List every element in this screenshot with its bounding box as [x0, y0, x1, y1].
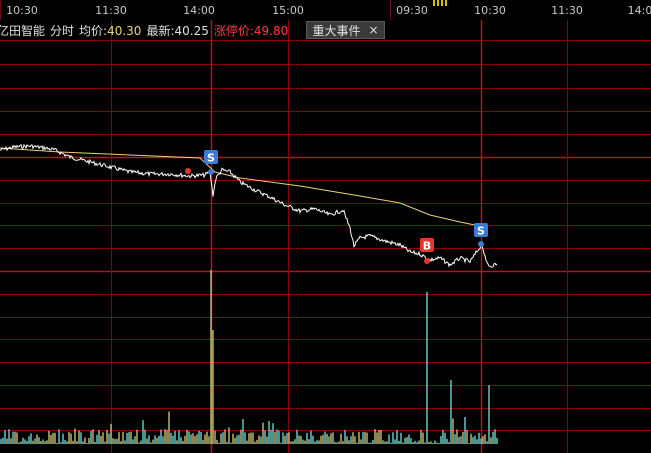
marker-dot [424, 258, 430, 264]
marker-label: S [207, 152, 215, 165]
trade-markers: S B S [185, 150, 488, 264]
time-label: 15:00 [272, 4, 304, 17]
time-label: 14:0 [627, 4, 651, 17]
time-label: 11:30 [95, 4, 127, 17]
latest-value: 40.25 [174, 23, 209, 38]
average-price-line [0, 147, 481, 227]
time-label: 09:30 [396, 4, 428, 17]
day-marker [445, 0, 447, 6]
marker-dot [478, 241, 484, 247]
time-label: 10:30 [474, 4, 506, 17]
chart-mode: 分时 [50, 24, 75, 38]
limit-up-value: 49.80 [253, 23, 289, 38]
sell-marker[interactable]: S [204, 150, 218, 175]
chart-canvas[interactable]: S B S [0, 0, 651, 453]
trade-dot [185, 168, 191, 174]
quote-info-bar: 亿田智能 分时 均价: 40.30 最新: 40.25 涨停价: 49.80 [0, 21, 293, 40]
time-label: 14:00 [183, 4, 215, 17]
day-marker [441, 0, 443, 6]
marker-dot [208, 169, 214, 175]
stock-name: 亿田智能 [0, 24, 46, 38]
close-icon[interactable]: × [368, 23, 378, 37]
time-label: 10:30 [6, 4, 38, 17]
time-label: 11:30 [551, 4, 583, 17]
volume-bars [0, 270, 498, 444]
time-axis: 10:30 11:30 14:00 15:00 09:30 10:30 11:3… [0, 0, 651, 20]
marker-label: S [477, 225, 485, 238]
intraday-chart[interactable]: S B S 10:30 11:30 14:00 15:00 09:30 10:30 … [0, 0, 651, 453]
latest-label: 最新: [146, 24, 175, 38]
sell-marker[interactable]: S [474, 223, 488, 247]
major-events-button[interactable]: 重大事件 × [306, 21, 385, 39]
avg-value: 40.30 [107, 23, 142, 38]
major-events-label: 重大事件 [312, 23, 361, 38]
buy-marker[interactable]: B [420, 238, 434, 264]
avg-label: 均价: [79, 24, 108, 38]
marker-label: B [423, 240, 431, 253]
day-marker [437, 0, 439, 6]
grid [0, 0, 651, 453]
limit-up-label: 涨停价: [213, 24, 254, 38]
day-marker [433, 0, 435, 6]
